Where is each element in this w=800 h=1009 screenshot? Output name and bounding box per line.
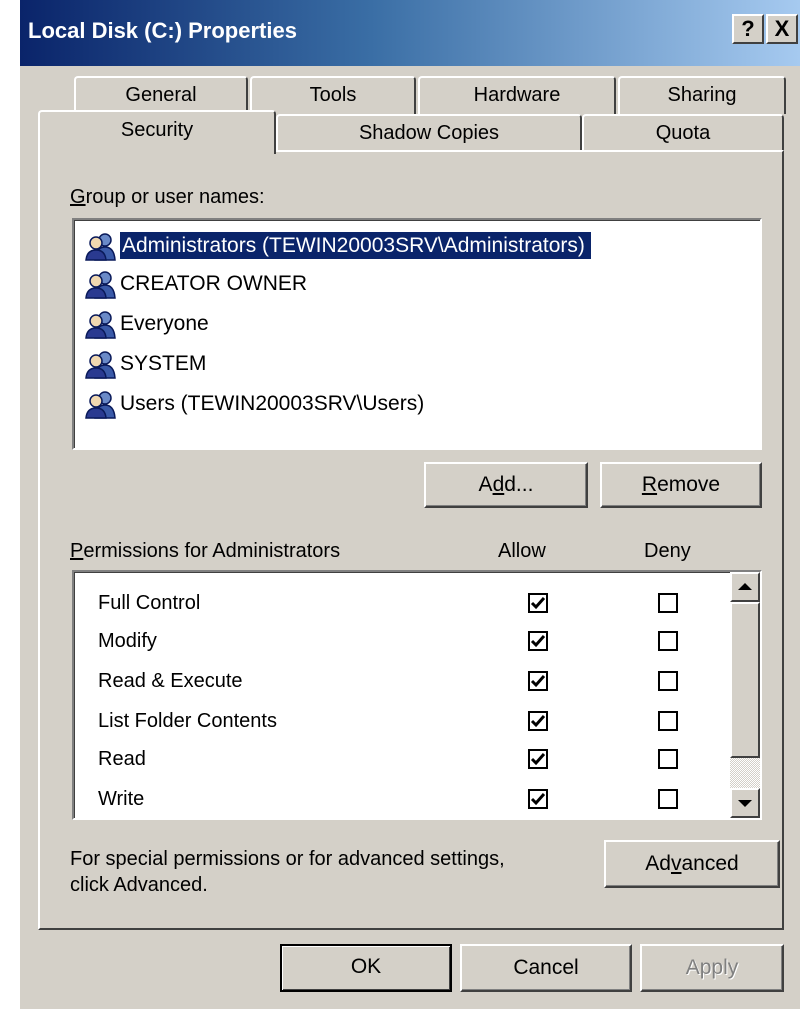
list-item[interactable]: SYSTEM [84,346,758,382]
tab-quota[interactable]: Quota [582,114,784,152]
cancel-button[interactable]: Cancel [460,944,632,992]
permission-row-name: Write [98,788,145,810]
deny-read-execute-checkbox[interactable] [658,671,678,691]
list-item[interactable]: Everyone [84,306,758,342]
scroll-thumb[interactable] [730,602,760,758]
list-item[interactable]: CREATOR OWNER [84,266,758,302]
deny-read-checkbox[interactable] [658,749,678,769]
permission-row-name: Full Control [98,592,201,614]
advanced-note-line-1: For special permissions or for advanced … [70,848,505,870]
user-group-icon [85,391,116,420]
user-name: SYSTEM [120,352,207,375]
scroll-down-arrow-icon [738,800,752,807]
tab-general[interactable]: General [74,76,248,114]
allow-list-folder-checkbox[interactable] [528,711,548,731]
check-icon [530,675,546,688]
advanced-button[interactable]: Advanced [604,840,780,888]
scroll-up-arrow-icon [738,583,752,590]
allow-write-checkbox[interactable] [528,789,548,809]
check-icon [530,753,546,766]
deny-list-folder-checkbox[interactable] [658,711,678,731]
allow-header: Allow [498,540,546,562]
user-name: Everyone [120,312,209,335]
remove-button[interactable]: Remove [600,462,762,508]
tab-tools[interactable]: Tools [250,76,416,114]
tab-shadow-copies[interactable]: Shadow Copies [276,114,582,152]
ok-button[interactable]: OK [280,944,452,992]
permissions-scrollbar[interactable] [730,572,760,818]
tab-hardware[interactable]: Hardware [418,76,616,114]
close-button[interactable]: X [766,14,798,44]
add-button[interactable]: Add... [424,462,588,508]
allow-modify-checkbox[interactable] [528,631,548,651]
deny-modify-checkbox[interactable] [658,631,678,651]
user-group-icon [85,311,116,340]
permission-row-name: Modify [98,630,157,652]
user-name: Administrators (TEWIN20003SRV\Administra… [120,232,591,259]
user-name: Users (TEWIN20003SRV\Users) [120,392,425,415]
user-list[interactable]: Administrators (TEWIN20003SRV\Administra… [72,218,762,450]
permission-row-name: List Folder Contents [98,710,277,732]
deny-full-control-checkbox[interactable] [658,593,678,613]
tab-sharing[interactable]: Sharing [618,76,786,114]
list-item[interactable]: Administrators (TEWIN20003SRV\Administra… [84,228,758,264]
deny-write-checkbox[interactable] [658,789,678,809]
window-title: Local Disk (C:) Properties [28,18,297,43]
allow-full-control-checkbox[interactable] [528,593,548,613]
title-bar[interactable]: Local Disk (C:) Properties ? X [20,0,800,66]
permission-row-name: Read [98,748,146,770]
deny-header: Deny [644,540,691,562]
list-item[interactable]: Users (TEWIN20003SRV\Users) [84,386,758,422]
user-group-icon [85,233,116,262]
user-group-icon [85,271,116,300]
permissions-list[interactable]: Full Control Modify Read & Execute List … [72,570,762,820]
security-panel: Group or user names: Administrators (TEW… [38,150,784,930]
apply-button[interactable]: Apply [640,944,784,992]
check-icon [530,597,546,610]
advanced-note-line-2: click Advanced. [70,874,208,896]
permission-row-name: Read & Execute [98,670,243,692]
group-or-user-names-label: Group or user names: [70,186,265,208]
tab-security[interactable]: Security [38,110,276,154]
properties-dialog: Local Disk (C:) Properties ? X General T… [20,0,800,1009]
help-button[interactable]: ? [732,14,764,44]
scroll-down-button[interactable] [730,788,760,818]
user-group-icon [85,351,116,380]
check-icon [530,793,546,806]
permissions-label: Permissions for Administrators [70,540,341,562]
check-icon [530,635,546,648]
scroll-up-button[interactable] [730,572,760,602]
user-name: CREATOR OWNER [120,272,308,295]
check-icon [530,715,546,728]
allow-read-execute-checkbox[interactable] [528,671,548,691]
allow-read-checkbox[interactable] [528,749,548,769]
